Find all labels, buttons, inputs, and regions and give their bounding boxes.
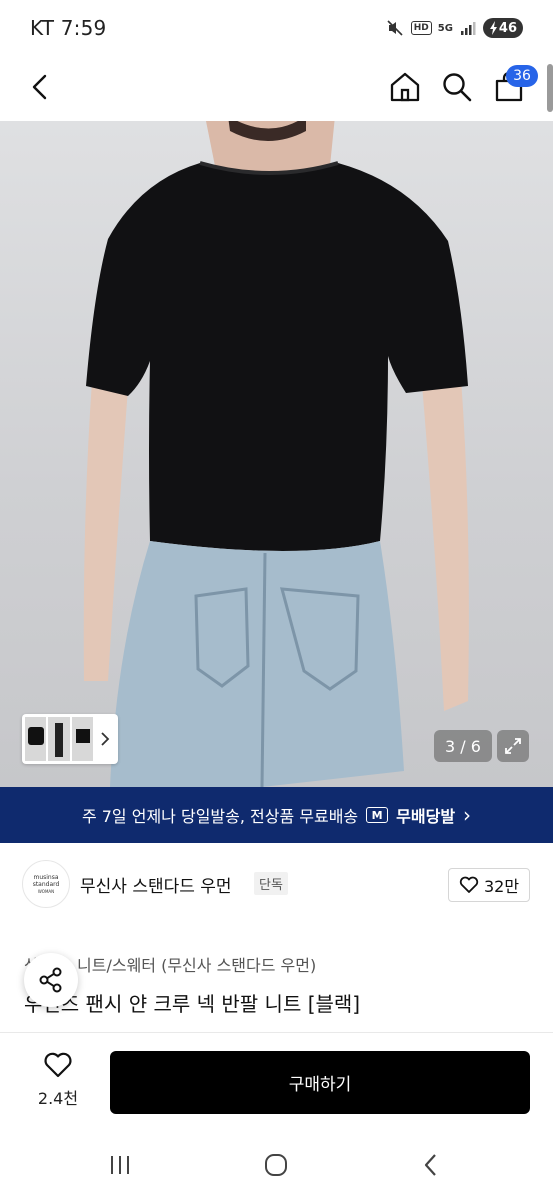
brand-row: musinsa standard WOMAN 무신사 스탠다드 우먼 단독 32… <box>0 858 553 912</box>
back-arrow-icon[interactable] <box>20 66 62 108</box>
heart-icon <box>459 876 479 893</box>
carrier-time: KT 7:59 <box>30 16 107 40</box>
share-button[interactable] <box>24 953 78 1007</box>
expand-icon[interactable] <box>497 730 529 762</box>
home-icon[interactable] <box>384 66 426 108</box>
mute-icon <box>385 18 405 38</box>
thumbnail-2[interactable] <box>48 717 70 761</box>
battery-level: 46 <box>498 20 517 36</box>
brand-logo[interactable]: musinsa standard WOMAN <box>22 860 70 908</box>
thumbnail-3[interactable] <box>71 717 94 761</box>
hd-icon: HD <box>410 21 432 35</box>
wishlist-count: 2.4천 <box>37 1089 79 1108</box>
thumbnail-strip[interactable] <box>22 714 118 764</box>
brand-logo-text-1: musinsa <box>33 873 59 881</box>
scroll-indicator <box>547 64 553 112</box>
cart-count-badge: 36 <box>506 65 538 87</box>
thumbnail-1[interactable] <box>25 717 47 761</box>
free-shipping-label: 무배당발 <box>396 807 456 826</box>
chevron-right-icon: › <box>463 803 472 827</box>
brand-like-count: 32만 <box>483 877 520 896</box>
system-nav-bar <box>0 1128 553 1200</box>
search-icon[interactable] <box>436 66 478 108</box>
product-photo <box>83 121 469 787</box>
purchase-bar: 2.4천 구매하기 <box>0 1032 553 1128</box>
product-image[interactable] <box>0 121 553 787</box>
battery-indicator: 46 <box>482 18 523 38</box>
5g-icon: 5G <box>437 22 453 34</box>
heart-icon <box>44 1052 72 1078</box>
musinsa-delivery-logo: M <box>366 807 389 823</box>
charging-icon <box>489 21 497 35</box>
recent-apps-icon[interactable] <box>100 1150 140 1180</box>
shipping-text: 주 7일 언제나 당일발송, 전상품 무료배송 <box>81 807 359 826</box>
system-home-icon[interactable] <box>256 1150 296 1180</box>
signal-icon <box>459 18 477 38</box>
status-icons: HD 5G 46 <box>385 18 523 38</box>
page-indicator: 3 / 6 <box>434 730 492 762</box>
share-icon <box>39 967 62 993</box>
system-back-icon[interactable] <box>411 1150 451 1180</box>
top-nav <box>0 56 553 120</box>
wishlist-button[interactable]: 2.4천 <box>30 1051 86 1109</box>
brand-like-button[interactable]: 32만 <box>448 868 530 902</box>
brand-logo-text-3: WOMAN <box>37 888 55 894</box>
status-bar: KT 7:59 HD 5G 46 <box>0 0 553 56</box>
brand-logo-text-2: standard <box>32 880 60 888</box>
chevron-right-icon[interactable] <box>95 731 115 747</box>
buy-button[interactable]: 구매하기 <box>110 1051 530 1114</box>
brand-name[interactable]: 무신사 스탠다드 우먼 <box>80 872 232 897</box>
exclusive-badge: 단독 <box>254 872 288 895</box>
shipping-banner[interactable]: 주 7일 언제나 당일발송, 전상품 무료배송 M 무배당발 › <box>0 787 553 843</box>
